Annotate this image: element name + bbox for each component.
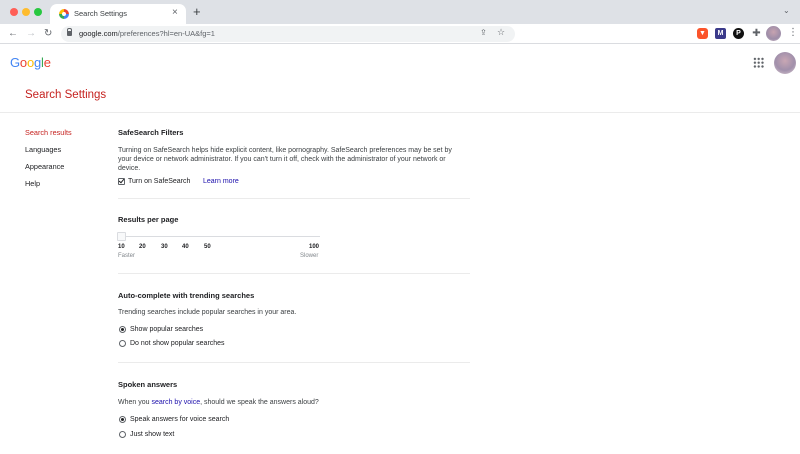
tab-title: Search Settings	[74, 9, 127, 18]
logo-letter: g	[33, 55, 42, 70]
nav-item-search-results[interactable]: Search results	[25, 128, 72, 145]
settings-nav: Search results Languages Appearance Help	[25, 128, 72, 196]
logo-letter: G	[10, 55, 20, 70]
tab-close-icon[interactable]: ×	[172, 7, 178, 19]
browser-toolbar: ← → ↻ google.com/preferences?hl=en-UA&fg…	[0, 24, 800, 44]
slider-min-label: Faster	[118, 253, 136, 259]
section-divider	[118, 198, 470, 199]
learn-more-link[interactable]: Learn more	[203, 178, 239, 185]
slider-tick-label: 50	[204, 244, 211, 250]
safesearch-checkbox[interactable]	[118, 178, 125, 185]
show-popular-radio[interactable]	[119, 326, 126, 333]
google-apps-icon[interactable]	[753, 57, 764, 68]
tab-search-chevron-icon[interactable]: ⌄	[783, 6, 790, 15]
new-tab-button[interactable]: +	[193, 5, 201, 18]
just-show-text-radio[interactable]	[119, 431, 126, 438]
search-by-voice-link[interactable]: search by voice	[151, 399, 200, 406]
spoken-description-prefix: When you	[118, 399, 152, 406]
safesearch-title: SafeSearch Filters	[118, 128, 184, 137]
page-title: Search Settings	[25, 89, 107, 101]
safesearch-checkbox-label[interactable]: Turn on SafeSearch	[128, 178, 190, 185]
google-favicon-icon	[59, 9, 69, 19]
minimize-window-button[interactable]	[22, 8, 30, 16]
url-path: /preferences?hl=en-UA&fg=1	[117, 29, 215, 38]
bookmark-star-icon[interactable]: ☆	[497, 27, 505, 38]
maximize-window-button[interactable]	[34, 8, 42, 16]
share-icon[interactable]: ⇪	[480, 28, 487, 37]
speak-answers-radio[interactable]	[119, 416, 126, 423]
slider-tick-label: 20	[139, 244, 146, 250]
spoken-answers-title: Spoken answers	[118, 380, 178, 389]
hide-popular-label[interactable]: Do not show popular searches	[130, 340, 225, 347]
nav-item-appearance[interactable]: Appearance	[25, 162, 72, 179]
forward-arrow-icon[interactable]: →	[26, 27, 36, 40]
tab-strip: Search Settings × + ⌄	[0, 0, 800, 24]
browser-profile-avatar[interactable]	[766, 26, 781, 41]
slider-tick-label: 40	[182, 244, 189, 250]
results-per-page-title: Results per page	[118, 215, 179, 224]
spoken-answers-description: When you search by voice, should we spea…	[118, 398, 319, 407]
slider-max-label: Slower	[300, 253, 319, 259]
results-slider-track[interactable]	[118, 236, 320, 237]
results-slider-thumb[interactable]	[117, 232, 126, 241]
back-arrow-icon[interactable]: ←	[8, 27, 18, 40]
puzzle-icon[interactable]: ✚	[751, 28, 762, 39]
address-bar[interactable]: google.com/preferences?hl=en-UA&fg=1 ⇪ ☆	[61, 26, 515, 42]
hide-popular-radio[interactable]	[119, 340, 126, 347]
autocomplete-title: Auto-complete with trending searches	[118, 291, 255, 300]
nav-item-languages[interactable]: Languages	[25, 145, 72, 162]
header-divider	[0, 112, 800, 113]
p-extension-icon[interactable]: P	[733, 28, 744, 39]
brave-icon[interactable]: ▼	[697, 28, 708, 39]
speak-answers-label[interactable]: Speak answers for voice search	[130, 416, 229, 423]
url-text[interactable]: google.com/preferences?hl=en-UA&fg=1	[79, 29, 215, 38]
slider-tick-label: 100	[309, 244, 320, 250]
lock-icon[interactable]	[67, 28, 72, 36]
url-host: google.com	[79, 29, 118, 38]
slider-tick-label: 10	[118, 244, 125, 250]
m-extension-icon[interactable]: M	[715, 28, 726, 39]
logo-letter: o	[26, 55, 34, 70]
browser-tab[interactable]: Search Settings ×	[50, 4, 186, 24]
logo-letter: e	[43, 55, 51, 70]
account-avatar[interactable]	[774, 52, 796, 74]
google-logo[interactable]: Google	[10, 55, 51, 70]
logo-letter: o	[19, 55, 27, 70]
safesearch-description: Turning on SafeSearch helps hide explici…	[118, 147, 452, 172]
section-divider	[118, 273, 470, 274]
just-show-text-label[interactable]: Just show text	[130, 431, 174, 438]
show-popular-label[interactable]: Show popular searches	[130, 326, 203, 333]
slider-tick-label: 30	[161, 244, 168, 250]
spoken-description-suffix: , should we speak the answers aloud?	[200, 399, 319, 406]
nav-item-help[interactable]: Help	[25, 179, 72, 196]
autocomplete-description: Trending searches include popular search…	[118, 309, 297, 316]
reload-icon[interactable]: ↻	[44, 27, 52, 40]
section-divider	[118, 362, 470, 363]
close-window-button[interactable]	[10, 8, 18, 16]
browser-menu-icon[interactable]: ⋮	[788, 27, 798, 39]
